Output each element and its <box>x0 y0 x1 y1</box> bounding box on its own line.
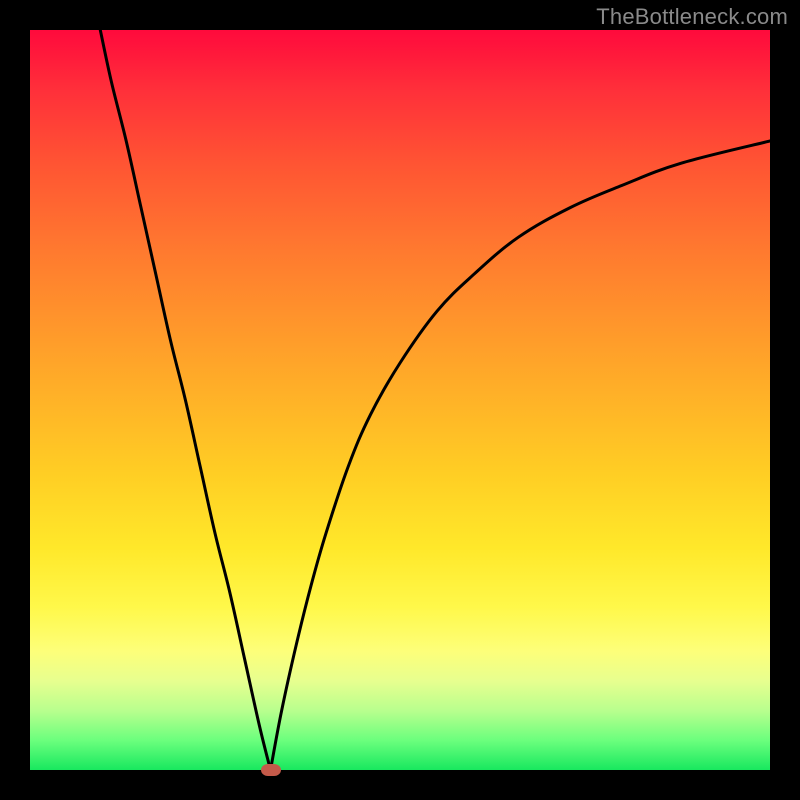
plot-area <box>30 30 770 770</box>
chart-canvas: TheBottleneck.com <box>0 0 800 800</box>
minimum-marker <box>261 764 281 776</box>
watermark-text: TheBottleneck.com <box>596 4 788 30</box>
